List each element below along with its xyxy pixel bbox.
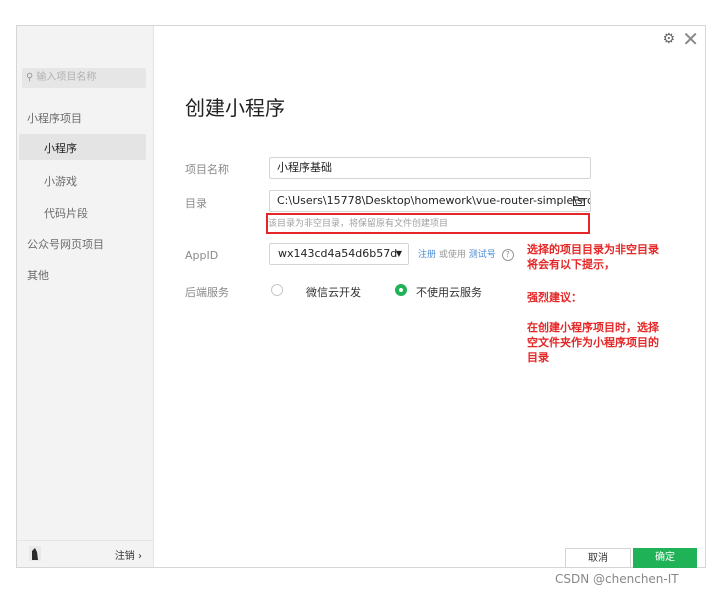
backend-service-label: 后端服务 bbox=[185, 286, 229, 299]
directory-hint: 该目录为非空目录，将保留原有文件创建项目 bbox=[268, 219, 449, 229]
help-icon[interactable]: ? bbox=[501, 248, 514, 261]
sidebar-item-minigame[interactable]: 小游戏 bbox=[44, 173, 77, 189]
annotation-line-3-text: 强烈建议： bbox=[527, 291, 582, 304]
search-placeholder: 输入项目名称 bbox=[36, 72, 97, 83]
or-use-text: 或使用 bbox=[438, 250, 466, 260]
test-account-link[interactable]: 测试号 bbox=[469, 250, 496, 260]
annotation-line-4-text: 在创建小程序项目时，选择 bbox=[527, 321, 659, 334]
page-title: 创建小程序 bbox=[185, 96, 285, 120]
sidebar-selection-highlight bbox=[19, 134, 146, 160]
search-icon: ⚲ bbox=[26, 72, 34, 83]
appid-label: AppID bbox=[185, 249, 219, 262]
register-link[interactable]: 注册 bbox=[418, 250, 436, 260]
directory-label: 目录 bbox=[185, 197, 207, 210]
appid-links: 注册 或使用 测试号 ? bbox=[418, 247, 514, 261]
sidebar-section-web[interactable]: 公众号网页项目 bbox=[27, 236, 104, 252]
cancel-button[interactable]: 取消 bbox=[565, 548, 631, 568]
close-icon[interactable]: ✕ bbox=[682, 27, 699, 51]
logout-button[interactable]: 注销 › bbox=[115, 547, 142, 562]
sidebar-footer: 注销 › bbox=[17, 540, 154, 567]
directory-field[interactable]: C:\Users\15778\Desktop\homework\vue-rout… bbox=[269, 190, 591, 212]
sidebar-section-other[interactable]: 其他 bbox=[27, 267, 49, 283]
confirm-button[interactable]: 确定 bbox=[633, 548, 697, 568]
directory-value: C:\Users\15778\Desktop\homework\vue-rout… bbox=[277, 194, 591, 207]
folder-icon[interactable] bbox=[573, 196, 585, 206]
option-no-cloud-label[interactable]: 不使用云服务 bbox=[416, 284, 482, 300]
appid-select[interactable]: wx143cd4a54d6b57d ▼ bbox=[269, 243, 409, 265]
annotation-line-2-text: 将会有以下提示， bbox=[527, 258, 615, 271]
annotation-line-6-text: 目录 bbox=[527, 351, 549, 364]
sidebar-item-code-snippet[interactable]: 代码片段 bbox=[44, 205, 88, 221]
appid-value: wx143cd4a54d6b57d bbox=[278, 247, 398, 260]
watermark: CSDN @chenchen-IT bbox=[555, 572, 679, 586]
radio-no-cloud[interactable] bbox=[395, 284, 407, 296]
dropdown-arrow-icon: ▼ bbox=[395, 249, 402, 258]
gear-icon[interactable]: ⚙ bbox=[662, 31, 675, 47]
radio-cloud-dev[interactable] bbox=[271, 284, 283, 296]
annotation-line-5-text: 空文件夹作为小程序项目的 bbox=[527, 336, 659, 349]
create-project-window: ⚲ 输入项目名称 小程序项目 小程序 小游戏 代码片段 公众号网页项目 其他 注销… bbox=[16, 25, 706, 568]
project-name-label: 项目名称 bbox=[185, 163, 229, 176]
search-input[interactable]: ⚲ 输入项目名称 bbox=[22, 68, 146, 88]
option-cloud-dev-label[interactable]: 微信云开发 bbox=[306, 284, 361, 300]
main-panel: ⚙ ✕ 创建小程序 项目名称 小程序基础 目录 C:\Users\15778\D… bbox=[154, 26, 705, 568]
sidebar-section-mini-projects[interactable]: 小程序项目 bbox=[27, 110, 82, 126]
project-name-field[interactable]: 小程序基础 bbox=[269, 157, 591, 179]
sidebar: ⚲ 输入项目名称 小程序项目 小程序 小游戏 代码片段 公众号网页项目 其他 注销… bbox=[17, 26, 154, 567]
sidebar-item-miniprogram[interactable]: 小程序 bbox=[44, 140, 77, 156]
annotation-line-1-text: 选择的项目目录为非空目录 bbox=[527, 243, 659, 256]
avatar[interactable] bbox=[29, 546, 41, 561]
